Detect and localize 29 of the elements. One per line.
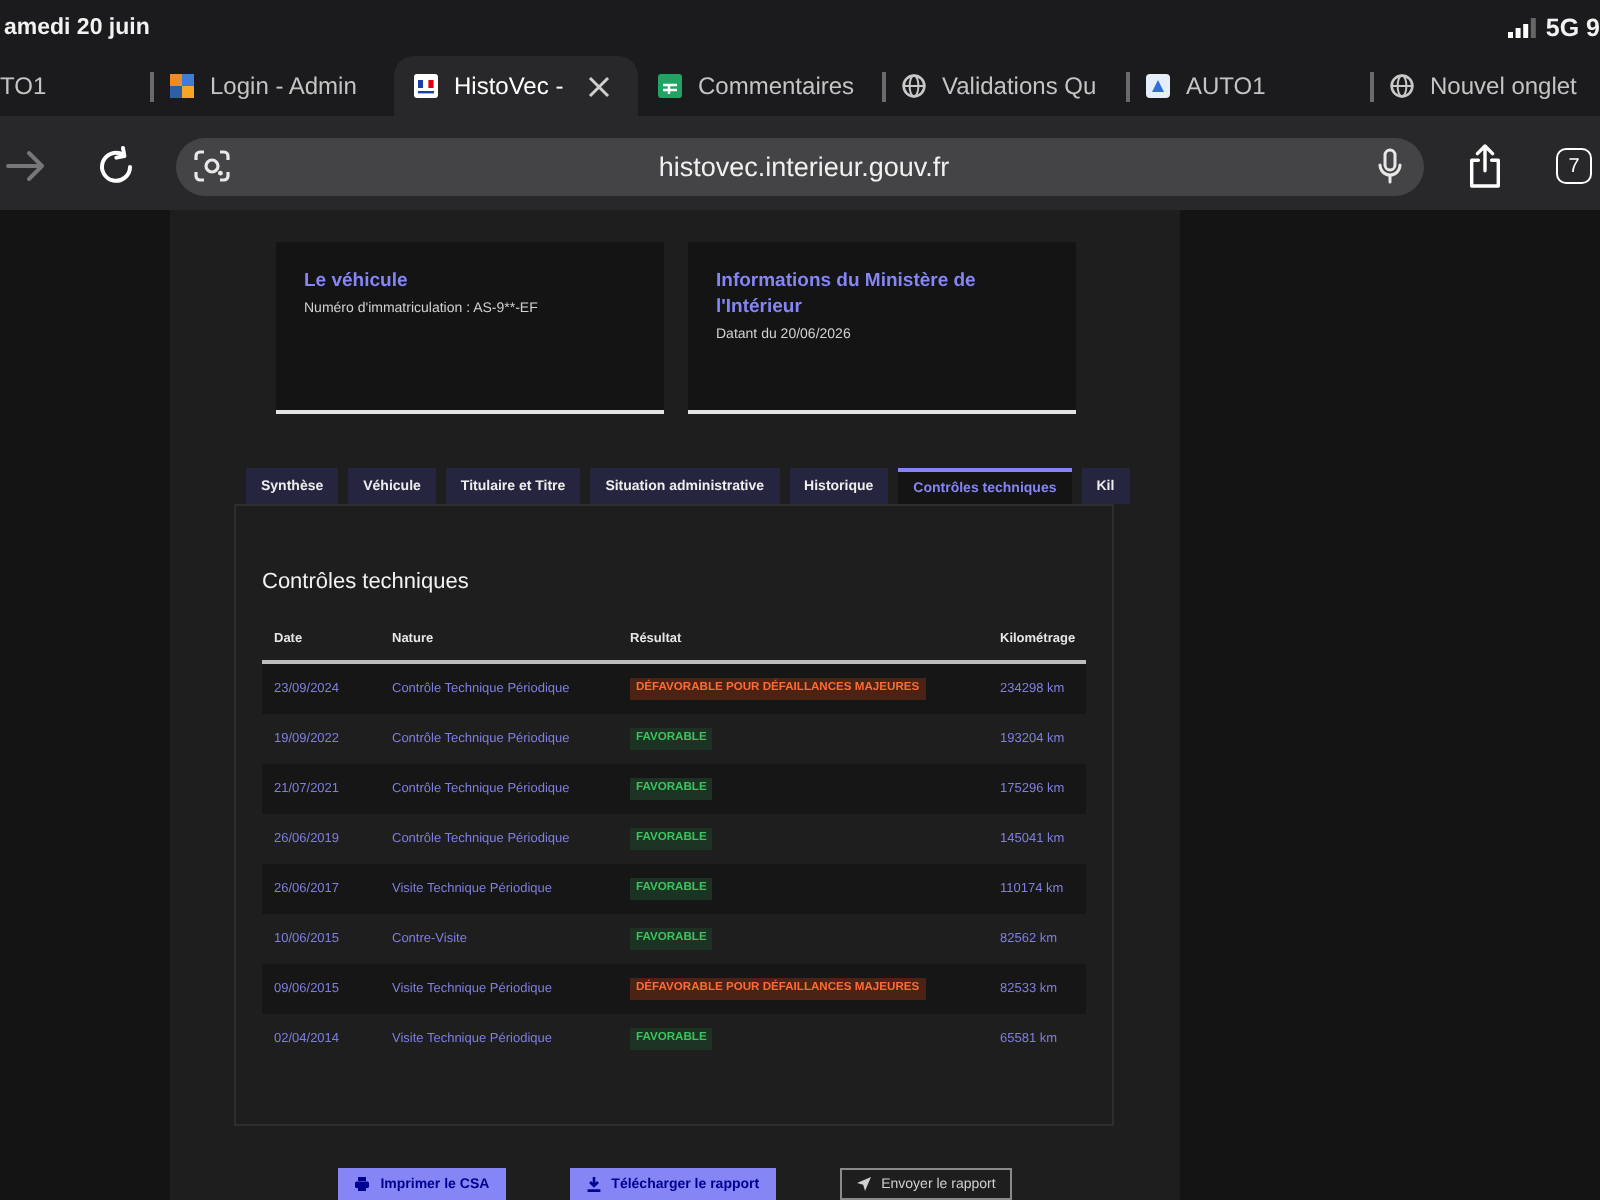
globe-icon	[1390, 74, 1414, 98]
download-icon	[585, 1176, 602, 1192]
squares-favicon-icon	[170, 74, 194, 98]
browser-tab[interactable]: Validations Qu	[882, 56, 1126, 116]
printer-icon	[354, 1176, 371, 1192]
close-icon[interactable]	[588, 75, 610, 97]
card-title: Informations du Ministère de l'Intérieur	[716, 268, 978, 320]
spreadsheet-icon	[658, 74, 682, 98]
lens-icon[interactable]	[194, 150, 230, 182]
share-icon[interactable]	[1466, 142, 1504, 190]
tab-count-button[interactable]: 7	[1556, 148, 1592, 184]
app-favicon-icon	[1146, 74, 1170, 98]
browser-tab[interactable]: AUTO1	[1126, 56, 1370, 116]
status-date: amedi 20 juin	[4, 16, 150, 40]
globe-icon	[902, 74, 926, 98]
browser-tab[interactable]: HistoVec -	[394, 56, 638, 116]
panel-title: Contrôles techniques	[262, 568, 471, 596]
microphone-icon[interactable]	[1378, 148, 1402, 184]
reload-icon[interactable]	[96, 146, 136, 186]
signal-icon	[1507, 18, 1536, 38]
address-bar[interactable]: histovec.interieur.gouv.fr	[176, 137, 1424, 195]
browser-tab[interactable]: Nouvel onglet	[1370, 56, 1600, 116]
browser-tab[interactable]: Login - Admin	[150, 56, 394, 116]
browser-tab[interactable]: Commentaires	[638, 56, 882, 116]
flag-favicon-icon	[414, 74, 438, 98]
send-icon	[855, 1176, 872, 1192]
card-title: Le véhicule	[304, 268, 410, 294]
browser-tab[interactable]: TO1	[0, 56, 150, 116]
network-label: 5G 9	[1545, 14, 1600, 42]
